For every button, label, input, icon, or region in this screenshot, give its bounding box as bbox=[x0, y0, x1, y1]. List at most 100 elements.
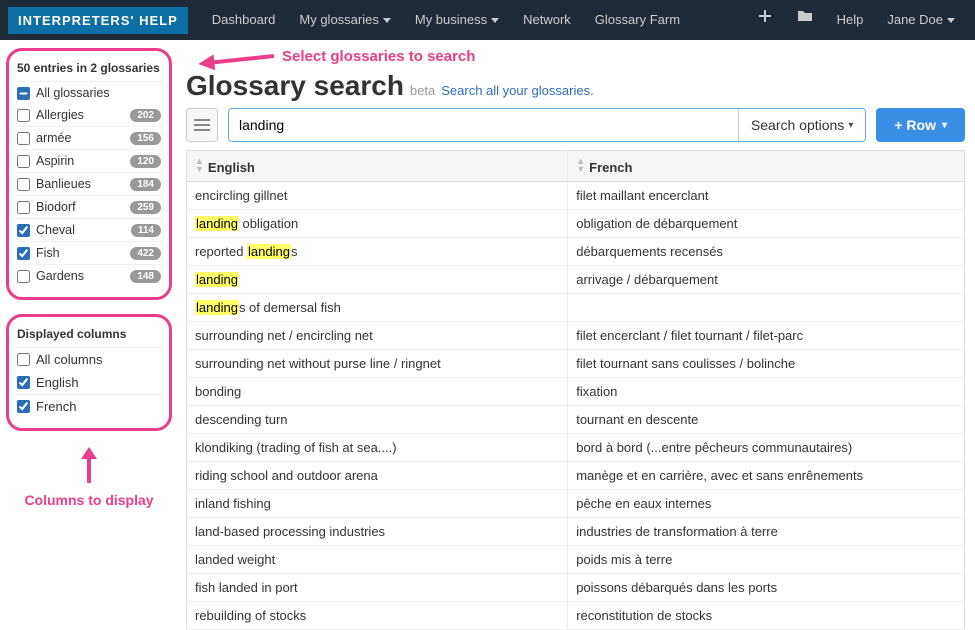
glossary-checkbox[interactable] bbox=[17, 224, 30, 237]
glossary-label: armée bbox=[36, 131, 130, 145]
add-row-button[interactable]: + Row ▾ bbox=[876, 108, 965, 142]
brand-logo[interactable]: INTERPRETERS' HELP bbox=[8, 7, 188, 34]
cell-french: filet maillant encerclant bbox=[568, 182, 965, 210]
table-row[interactable]: inland fishingpêche en eaux internes bbox=[187, 490, 965, 518]
cell-french: fixation bbox=[568, 378, 965, 406]
search-bar-row: Search options ▾ + Row ▾ bbox=[186, 108, 965, 142]
glossary-checkbox[interactable] bbox=[17, 201, 30, 214]
nav-network[interactable]: Network bbox=[511, 0, 583, 40]
column-checkbox[interactable] bbox=[17, 400, 30, 413]
table-row[interactable]: landing arrivage / débarquement bbox=[187, 266, 965, 294]
glossary-count-badge: 156 bbox=[130, 132, 161, 145]
glossary-checkbox[interactable] bbox=[17, 132, 30, 145]
column-row[interactable]: English bbox=[15, 371, 163, 394]
nav-my-business[interactable]: My business bbox=[403, 0, 511, 40]
table-row[interactable]: riding school and outdoor arenamanège et… bbox=[187, 462, 965, 490]
glossary-checkbox[interactable] bbox=[17, 270, 30, 283]
page-title: Glossary search bbox=[186, 70, 404, 102]
glossary-count-badge: 184 bbox=[130, 178, 161, 191]
glossary-checkbox[interactable] bbox=[17, 247, 30, 260]
col-header-french[interactable]: ▲▼French bbox=[568, 151, 965, 182]
nav-glossary-farm[interactable]: Glossary Farm bbox=[583, 0, 692, 40]
glossary-row[interactable]: Biodorf259 bbox=[15, 195, 163, 218]
cell-french bbox=[568, 294, 965, 322]
add-row-label: + Row bbox=[894, 117, 936, 133]
cell-english: klondiking (trading of fish at sea....) bbox=[187, 434, 568, 462]
annotation-columns: Columns to display bbox=[6, 492, 172, 508]
glossary-row[interactable]: Aspirin120 bbox=[15, 149, 163, 172]
glossary-checkbox[interactable] bbox=[17, 178, 30, 191]
cell-english: reported landings bbox=[187, 238, 568, 266]
column-checkbox[interactable] bbox=[17, 376, 30, 389]
nav-my-business-label: My business bbox=[415, 12, 487, 27]
list-icon bbox=[194, 118, 210, 132]
nav-dashboard[interactable]: Dashboard bbox=[200, 0, 288, 40]
glossary-count-badge: 202 bbox=[130, 109, 161, 122]
glossary-row[interactable]: Allergies202 bbox=[15, 104, 163, 126]
glossary-row[interactable]: Cheval114 bbox=[15, 218, 163, 241]
cell-english: bonding bbox=[187, 378, 568, 406]
table-row[interactable]: land-based processing industriesindustri… bbox=[187, 518, 965, 546]
cell-french: poissons débarqués dans les ports bbox=[568, 574, 965, 602]
all-columns-row[interactable]: All columns bbox=[15, 347, 163, 371]
table-row[interactable]: landing obligationobligation de débarque… bbox=[187, 210, 965, 238]
cell-french: arrivage / débarquement bbox=[568, 266, 965, 294]
sidebar: 50 entries in 2 glossaries All glossarie… bbox=[0, 40, 178, 630]
cell-french: bord à bord (...entre pêcheurs communaut… bbox=[568, 434, 965, 462]
cell-english: descending turn bbox=[187, 406, 568, 434]
glossary-row[interactable]: Banlieues184 bbox=[15, 172, 163, 195]
cell-french: reconstitution de stocks bbox=[568, 602, 965, 630]
folder-button[interactable] bbox=[785, 0, 825, 40]
all-columns-checkbox[interactable] bbox=[17, 353, 30, 366]
table-row[interactable]: landed weightpoids mis à terre bbox=[187, 546, 965, 574]
glossary-count-badge: 120 bbox=[130, 155, 161, 168]
column-label: English bbox=[36, 375, 79, 390]
column-row[interactable]: French bbox=[15, 394, 163, 418]
all-glossaries-checkbox[interactable] bbox=[17, 87, 30, 100]
table-row[interactable]: surrounding net / encircling netfilet en… bbox=[187, 322, 965, 350]
col-header-english[interactable]: ▲▼English bbox=[187, 151, 568, 182]
chevron-down-icon bbox=[947, 18, 955, 23]
columns-panel: Displayed columns All columns EnglishFre… bbox=[6, 314, 172, 431]
table-row[interactable]: klondiking (trading of fish at sea....)b… bbox=[187, 434, 965, 462]
table-row[interactable]: fish landed in portpoissons débarqués da… bbox=[187, 574, 965, 602]
list-view-toggle[interactable] bbox=[186, 108, 218, 142]
nav-user-label: Jane Doe bbox=[887, 12, 943, 27]
highlight: landing bbox=[195, 272, 239, 287]
table-row[interactable]: surrounding net without purse line / rin… bbox=[187, 350, 965, 378]
cell-french: obligation de débarquement bbox=[568, 210, 965, 238]
nav-help[interactable]: Help bbox=[825, 0, 876, 40]
cell-english: surrounding net without purse line / rin… bbox=[187, 350, 568, 378]
cell-french: manège et en carrière, avec et sans enrê… bbox=[568, 462, 965, 490]
nav-user[interactable]: Jane Doe bbox=[875, 0, 967, 40]
top-navbar: INTERPRETERS' HELP Dashboard My glossari… bbox=[0, 0, 975, 40]
glossary-row[interactable]: Gardens148 bbox=[15, 264, 163, 287]
nav-my-glossaries[interactable]: My glossaries bbox=[287, 0, 402, 40]
table-row[interactable]: landings of demersal fish bbox=[187, 294, 965, 322]
search-group: Search options ▾ bbox=[228, 108, 866, 142]
glossaries-panel: 50 entries in 2 glossaries All glossarie… bbox=[6, 48, 172, 300]
sort-icon: ▲▼ bbox=[195, 157, 204, 173]
table-row[interactable]: descending turntournant en descente bbox=[187, 406, 965, 434]
caret-down-icon: ▾ bbox=[848, 120, 853, 131]
cell-english: encircling gillnet bbox=[187, 182, 568, 210]
glossary-row[interactable]: armée156 bbox=[15, 126, 163, 149]
title-link[interactable]: Search all your glossaries. bbox=[441, 83, 593, 98]
add-button[interactable] bbox=[745, 0, 785, 40]
highlight: landing bbox=[195, 216, 239, 231]
search-options-button[interactable]: Search options ▾ bbox=[738, 109, 865, 141]
chevron-down-icon bbox=[383, 18, 391, 23]
table-row[interactable]: rebuilding of stocksreconstitution de st… bbox=[187, 602, 965, 630]
table-row[interactable]: bondingfixation bbox=[187, 378, 965, 406]
all-glossaries-row[interactable]: All glossaries bbox=[15, 81, 163, 104]
search-input[interactable] bbox=[229, 109, 738, 141]
table-row[interactable]: encircling gillnetfilet maillant encercl… bbox=[187, 182, 965, 210]
glossary-label: Gardens bbox=[36, 269, 130, 283]
results-table: ▲▼English ▲▼French encircling gillnetfil… bbox=[186, 150, 965, 630]
glossary-count-badge: 422 bbox=[130, 247, 161, 260]
cell-english: rebuilding of stocks bbox=[187, 602, 568, 630]
table-row[interactable]: reported landingsdébarquements recensés bbox=[187, 238, 965, 266]
glossary-checkbox[interactable] bbox=[17, 155, 30, 168]
glossary-row[interactable]: Fish422 bbox=[15, 241, 163, 264]
glossary-checkbox[interactable] bbox=[17, 109, 30, 122]
